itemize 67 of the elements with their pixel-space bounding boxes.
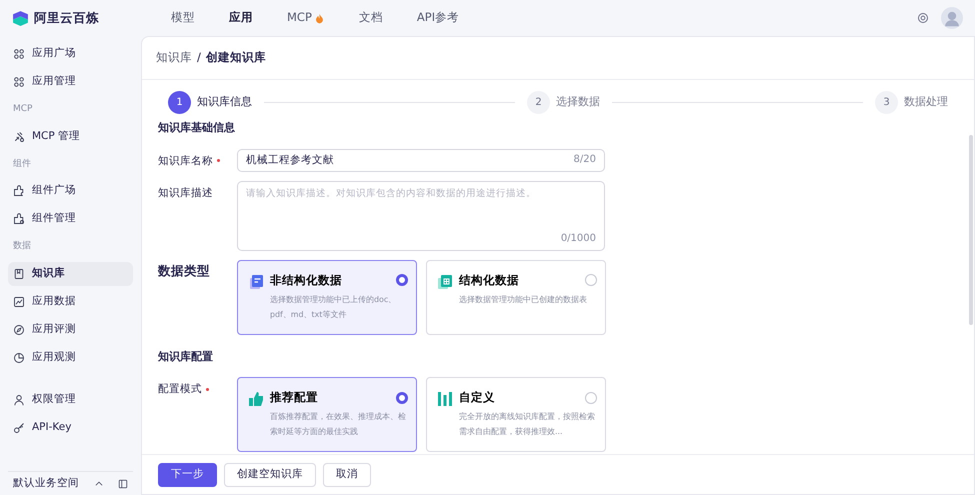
book-icon — [13, 268, 25, 280]
document-icon — [248, 274, 264, 290]
section-title: 知识库基础信息 — [158, 120, 236, 136]
section-title: 知识库配置 — [158, 348, 214, 364]
radio-button[interactable] — [396, 392, 408, 404]
breadcrumb-current: 创建知识库 — [206, 49, 266, 66]
grid-icon — [13, 48, 25, 60]
option-title: 自定义 — [459, 389, 495, 406]
section-header: 组件 — [12, 158, 32, 170]
sidebar-item[interactable]: 应用管理 — [8, 70, 133, 94]
compass-icon — [13, 324, 25, 336]
user-icon — [13, 394, 25, 406]
breadcrumb-separator: / — [197, 49, 201, 66]
step-number: 3 — [875, 90, 898, 114]
sidebar-item[interactable]: 应用广场 — [8, 42, 133, 66]
nav-tab[interactable]: 应用 — [212, 9, 270, 27]
sidebar-item[interactable]: 组件广场 — [8, 179, 133, 203]
option-title: 非结构化数据 — [270, 272, 342, 288]
bars-icon — [437, 391, 453, 407]
character-counter: 0/1000 — [560, 232, 596, 246]
sidebar-item[interactable]: 应用数据 — [8, 290, 133, 314]
character-counter: 8/20 — [574, 152, 596, 166]
step-label: 数据处理 — [904, 94, 948, 110]
nav-tab[interactable]: MCP — [270, 9, 342, 27]
field-label: 配置模式 — [158, 383, 202, 395]
brand-name: 阿里云百炼 — [34, 8, 99, 27]
option-title: 推荐配置 — [270, 389, 318, 406]
sidebar-toggle-icon[interactable] — [118, 478, 128, 488]
action-button[interactable]: 取消 — [323, 462, 371, 486]
sidebar-item[interactable]: API-Key — [8, 416, 133, 440]
logo-icon — [12, 10, 29, 26]
sidebar-item[interactable]: MCP 管理 — [8, 124, 133, 148]
sidebar-item[interactable]: 应用评测 — [8, 318, 133, 342]
field-label: 知识库名称 — [158, 154, 213, 166]
puzzle-icon — [13, 213, 25, 225]
step-number: 2 — [527, 90, 550, 114]
breadcrumb-link[interactable]: 知识库 — [156, 49, 192, 67]
field-label: 知识库描述 — [158, 186, 213, 198]
nav-tab[interactable]: 文档 — [342, 9, 400, 27]
sidebar-item[interactable]: 知识库 — [8, 262, 133, 286]
section-header: 数据 — [12, 240, 32, 253]
nav-tab[interactable]: 模型 — [154, 9, 212, 27]
step-number: 1 — [168, 90, 191, 114]
chart-icon — [13, 296, 25, 308]
step-label: 知识库信息 — [197, 94, 252, 110]
step-label: 选择数据 — [556, 94, 600, 110]
table-icon — [437, 274, 453, 290]
radio-button[interactable] — [396, 274, 408, 286]
workspace-name: 默认业务空间 — [13, 476, 79, 491]
action-button[interactable]: 创建空知识库 — [224, 462, 316, 486]
nav-tab[interactable]: API参考 — [400, 9, 476, 27]
grid-icon — [13, 76, 25, 88]
next-button[interactable]: 下一步 — [158, 462, 217, 486]
sidebar-item[interactable]: 应用观测 — [8, 346, 133, 370]
sidebar-item[interactable]: 权限管理 — [8, 388, 133, 412]
radio-button[interactable] — [585, 274, 597, 286]
key-icon — [13, 422, 25, 434]
section-header: MCP — [12, 103, 34, 116]
field-label: 数据类型 — [158, 262, 210, 278]
pie-chart-icon — [13, 352, 25, 364]
flame-icon — [314, 12, 325, 24]
sidebar-item[interactable]: 组件管理 — [8, 207, 133, 231]
radio-button[interactable] — [585, 392, 597, 404]
thumbs-up-icon — [248, 391, 264, 407]
puzzle-icon — [13, 185, 25, 197]
option-title: 结构化数据 — [459, 272, 519, 288]
settings-icon — [917, 12, 929, 24]
